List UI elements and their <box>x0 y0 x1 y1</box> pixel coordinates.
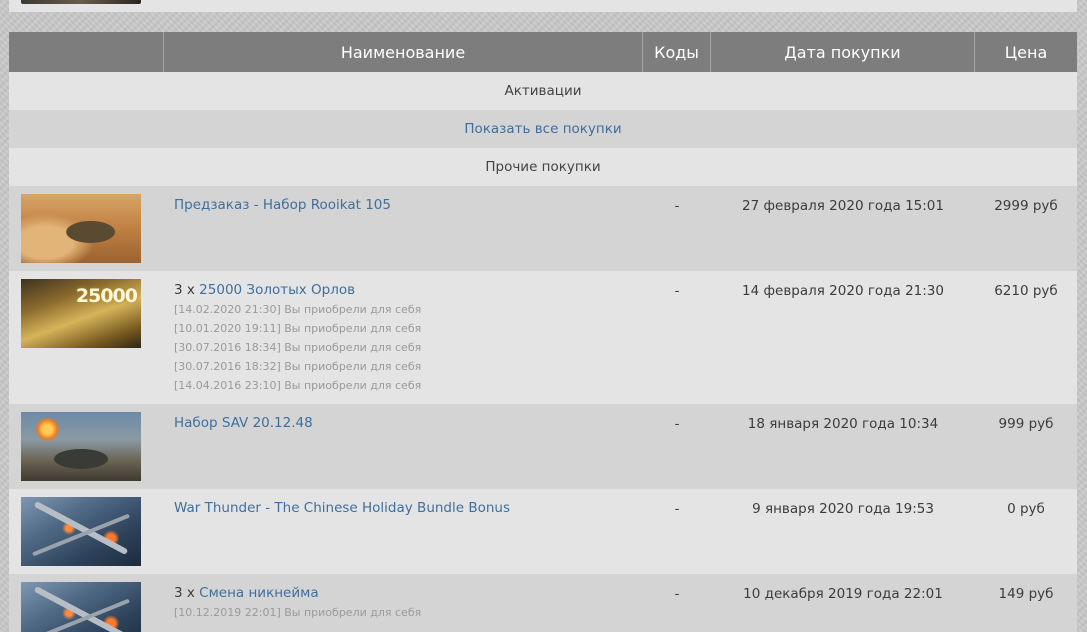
section-other-label: Прочие покупки <box>485 159 601 175</box>
table-row: 3 x Смена никнейма [10.12.2019 22:01] Вы… <box>9 574 1077 632</box>
section-activations: Активации <box>9 72 1077 110</box>
row-price: 149 руб <box>998 586 1054 602</box>
row-date: 18 января 2020 года 10:34 <box>747 416 939 432</box>
header-name: Наименование <box>164 32 643 72</box>
purchases-table: Наименование Коды Дата покупки Цена Акти… <box>9 32 1077 632</box>
show-all-row: Показать все покупки <box>9 110 1077 148</box>
header-date: Дата покупки <box>711 32 975 72</box>
purchase-history-line: [30.07.2016 18:34] Вы приобрели для себя <box>174 341 422 354</box>
row-codes: - <box>674 283 680 299</box>
product-link[interactable]: War Thunder - The Chinese Holiday Bundle… <box>174 500 510 516</box>
product-link[interactable]: Предзаказ - Набор Rooikat 105 <box>174 197 391 213</box>
aircraft-thumbnail[interactable] <box>21 497 141 566</box>
row-codes: - <box>674 198 680 214</box>
row-date: 14 февраля 2020 года 21:30 <box>742 283 944 299</box>
table-row: Предзаказ - Набор Rooikat 105 - 27 февра… <box>9 186 1077 271</box>
header-image <box>9 32 164 72</box>
header-price: Цена <box>1004 42 1048 62</box>
row-price: 999 руб <box>998 416 1054 432</box>
product-link[interactable]: 25000 Золотых Орлов <box>199 282 355 298</box>
purchase-history-line: [14.02.2020 21:30] Вы приобрели для себя <box>174 303 422 316</box>
previous-panel-bottom <box>9 0 1077 12</box>
row-price: 0 руб <box>1007 501 1045 517</box>
table-row: War Thunder - The Chinese Holiday Bundle… <box>9 489 1077 574</box>
purchase-history-line: [14.04.2016 23:10] Вы приобрели для себя <box>174 379 422 392</box>
row-codes: - <box>674 586 680 602</box>
header-codes: Коды <box>643 32 711 72</box>
row-date: 27 февраля 2020 года 15:01 <box>742 198 944 214</box>
row-date: 10 декабря 2019 года 22:01 <box>743 586 943 602</box>
previous-item-thumbnail <box>21 0 141 4</box>
table-row: Набор SAV 20.12.48 - 18 января 2020 года… <box>9 404 1077 489</box>
aircraft-thumbnail[interactable] <box>21 582 141 632</box>
aircraft-wing <box>33 585 129 632</box>
gold-eagles-thumbnail[interactable]: 25000 <box>21 279 141 348</box>
row-date: 9 января 2020 года 19:53 <box>752 501 934 517</box>
table-row: 25000 3 x 25000 Золотых Орлов [14.02.202… <box>9 271 1077 404</box>
product-link[interactable]: Набор SAV 20.12.48 <box>174 415 313 431</box>
row-price: 6210 руб <box>994 283 1058 299</box>
section-other: Прочие покупки <box>9 148 1077 186</box>
table-header: Наименование Коды Дата покупки Цена <box>9 32 1077 72</box>
tank-battle-thumbnail[interactable] <box>21 412 141 481</box>
section-activations-label: Активации <box>504 83 582 99</box>
row-qty: 3 x <box>174 585 200 601</box>
row-codes: - <box>674 416 680 432</box>
purchase-history-line: [10.12.2019 22:01] Вы приобрели для себя <box>174 606 422 619</box>
purchase-history-line: [10.01.2020 19:11] Вы приобрели для себя <box>174 322 422 335</box>
row-qty: 3 x <box>174 282 200 298</box>
row-price: 2999 руб <box>994 198 1058 214</box>
gold-amount-text: 25000 <box>75 285 138 307</box>
tank-desert-thumbnail[interactable] <box>21 194 141 263</box>
product-link[interactable]: Смена никнейма <box>199 585 318 601</box>
row-codes: - <box>674 501 680 517</box>
purchase-history-line: [30.07.2016 18:32] Вы приобрели для себя <box>174 360 422 373</box>
show-all-purchases-link[interactable]: Показать все покупки <box>464 121 621 137</box>
